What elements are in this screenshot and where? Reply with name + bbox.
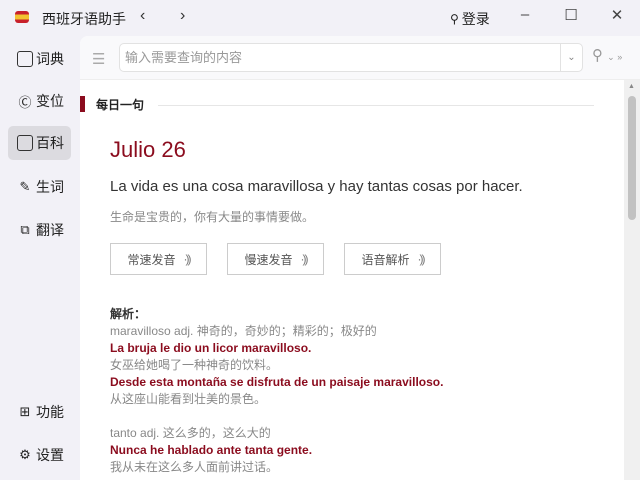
sidebar-item-conjugation[interactable]: Ⓒ 变位 [8, 84, 71, 118]
sidebar-item-label: 设置 [36, 447, 64, 463]
sidebar-item-settings[interactable]: ⚙ 设置 [8, 438, 71, 472]
example-sentence: La bruja le dio un licor maravilloso. [110, 341, 312, 355]
section-title: 每日一句 [96, 98, 145, 112]
scrollbar-thumb[interactable] [628, 96, 636, 220]
button-label: 慢速发音 [244, 252, 293, 267]
sidebar-item-dictionary[interactable]: 词典 [8, 42, 71, 76]
normal-speed-audio-button[interactable]: 常速发音 ·)) [110, 243, 207, 275]
analysis: 解析： maravilloso adj. 神奇的，奇妙的；精彩的；极好的 La … [110, 306, 610, 476]
slow-speed-audio-button[interactable]: 慢速发音 ·)) [227, 243, 324, 275]
sidebar-item-features[interactable]: ⊞ 功能 [8, 395, 71, 429]
example-translation: 我从未在这么多人面前讲过话。 [110, 460, 279, 474]
scrollbar[interactable]: ▲ [624, 80, 640, 480]
audio-analysis-button[interactable]: 语音解析 ·)) [344, 243, 441, 275]
example-translation: 从这座山能看到壮美的景色。 [110, 392, 267, 406]
button-label: 常速发音 [127, 252, 176, 267]
history-dropdown-button[interactable]: ⌄ [560, 44, 582, 71]
app-title: 西班牙语助手 [42, 11, 126, 27]
minimize-button[interactable]: – [510, 6, 540, 23]
section-header: 每日一句 [80, 96, 600, 112]
spain-flag-icon [15, 11, 29, 23]
word-definition: tanto adj. 这么多的，这么大的 [110, 426, 271, 440]
daily-date: Julio 26 [110, 137, 186, 162]
sidebar-item-vocabulary[interactable]: ✎ 生词 [8, 170, 71, 204]
example-sentence: Nunca he hablado ante tanta gente. [110, 443, 313, 457]
user-icon: ⚲ [450, 12, 459, 26]
analysis-title: 解析： [110, 307, 147, 321]
sidebar-item-label: 生词 [36, 179, 64, 195]
sidebar: 词典 Ⓒ 变位 百科 ✎ 生词 ⧉ 翻译 ⊞ 功能 ⚙ 设置 [0, 36, 80, 480]
main-panel: ☰ ⌄ ⚲ ⌄ » 每日一句 Julio 26 La vida es una c… [80, 36, 640, 480]
accent-bar [80, 96, 85, 112]
daily-sentence: La vida es una cosa maravillosa y hay ta… [110, 178, 523, 195]
copyright-hexagon-icon: Ⓒ [18, 94, 32, 110]
login-button[interactable]: ⚲ 登录 [450, 9, 490, 29]
login-label: 登录 [461, 11, 490, 27]
maximize-button[interactable]: ☐ [556, 6, 586, 24]
search-button[interactable]: ⚲ ⌄ » [592, 46, 622, 64]
sidebar-item-label: 变位 [36, 93, 64, 109]
list-icon[interactable]: ☰ [92, 50, 105, 68]
grid-icon: ⊞ [19, 404, 31, 419]
translate-icon: ⧉ [20, 222, 30, 237]
book-icon [17, 51, 33, 67]
example-sentence: Desde esta montaña se disfruta de un pai… [110, 375, 444, 389]
sidebar-item-label: 翻译 [36, 222, 64, 238]
pen-icon: ✎ [19, 179, 31, 194]
sidebar-item-label: 词典 [36, 51, 64, 67]
sound-icon: ·)) [300, 252, 309, 266]
button-label: 语音解析 [361, 252, 410, 267]
scroll-up-icon[interactable]: ▲ [628, 83, 635, 90]
example-translation: 女巫给她喝了一种神奇的饮料。 [110, 358, 279, 372]
search-box: ⌄ [119, 43, 583, 72]
back-button[interactable]: ‹ [140, 7, 145, 25]
sidebar-item-label: 百科 [36, 135, 64, 151]
title-bar: 西班牙语助手 ‹ › ⚲ 登录 – ☐ ✕ [0, 0, 640, 36]
daily-translation: 生命是宝贵的，你有大量的事情要做。 [110, 210, 315, 224]
gear-icon: ⚙ [19, 447, 31, 462]
open-book-icon [17, 135, 33, 151]
sidebar-item-translate[interactable]: ⧉ 翻译 [8, 213, 71, 247]
word-definition: maravilloso adj. 神奇的，奇妙的；精彩的；极好的 [110, 324, 377, 338]
search-icon: ⚲ [592, 47, 603, 64]
chevron-down-icon[interactable]: ⌄ » [607, 52, 622, 62]
sound-icon: ·)) [183, 252, 192, 266]
search-input[interactable] [120, 44, 550, 71]
search-toolbar: ☰ ⌄ ⚲ ⌄ » [80, 36, 640, 80]
close-button[interactable]: ✕ [602, 6, 632, 24]
sound-icon: ·)) [417, 252, 426, 266]
forward-button[interactable]: › [180, 7, 185, 25]
sidebar-item-label: 功能 [36, 404, 64, 420]
divider [158, 105, 594, 106]
sidebar-item-encyclopedia[interactable]: 百科 [8, 126, 71, 160]
